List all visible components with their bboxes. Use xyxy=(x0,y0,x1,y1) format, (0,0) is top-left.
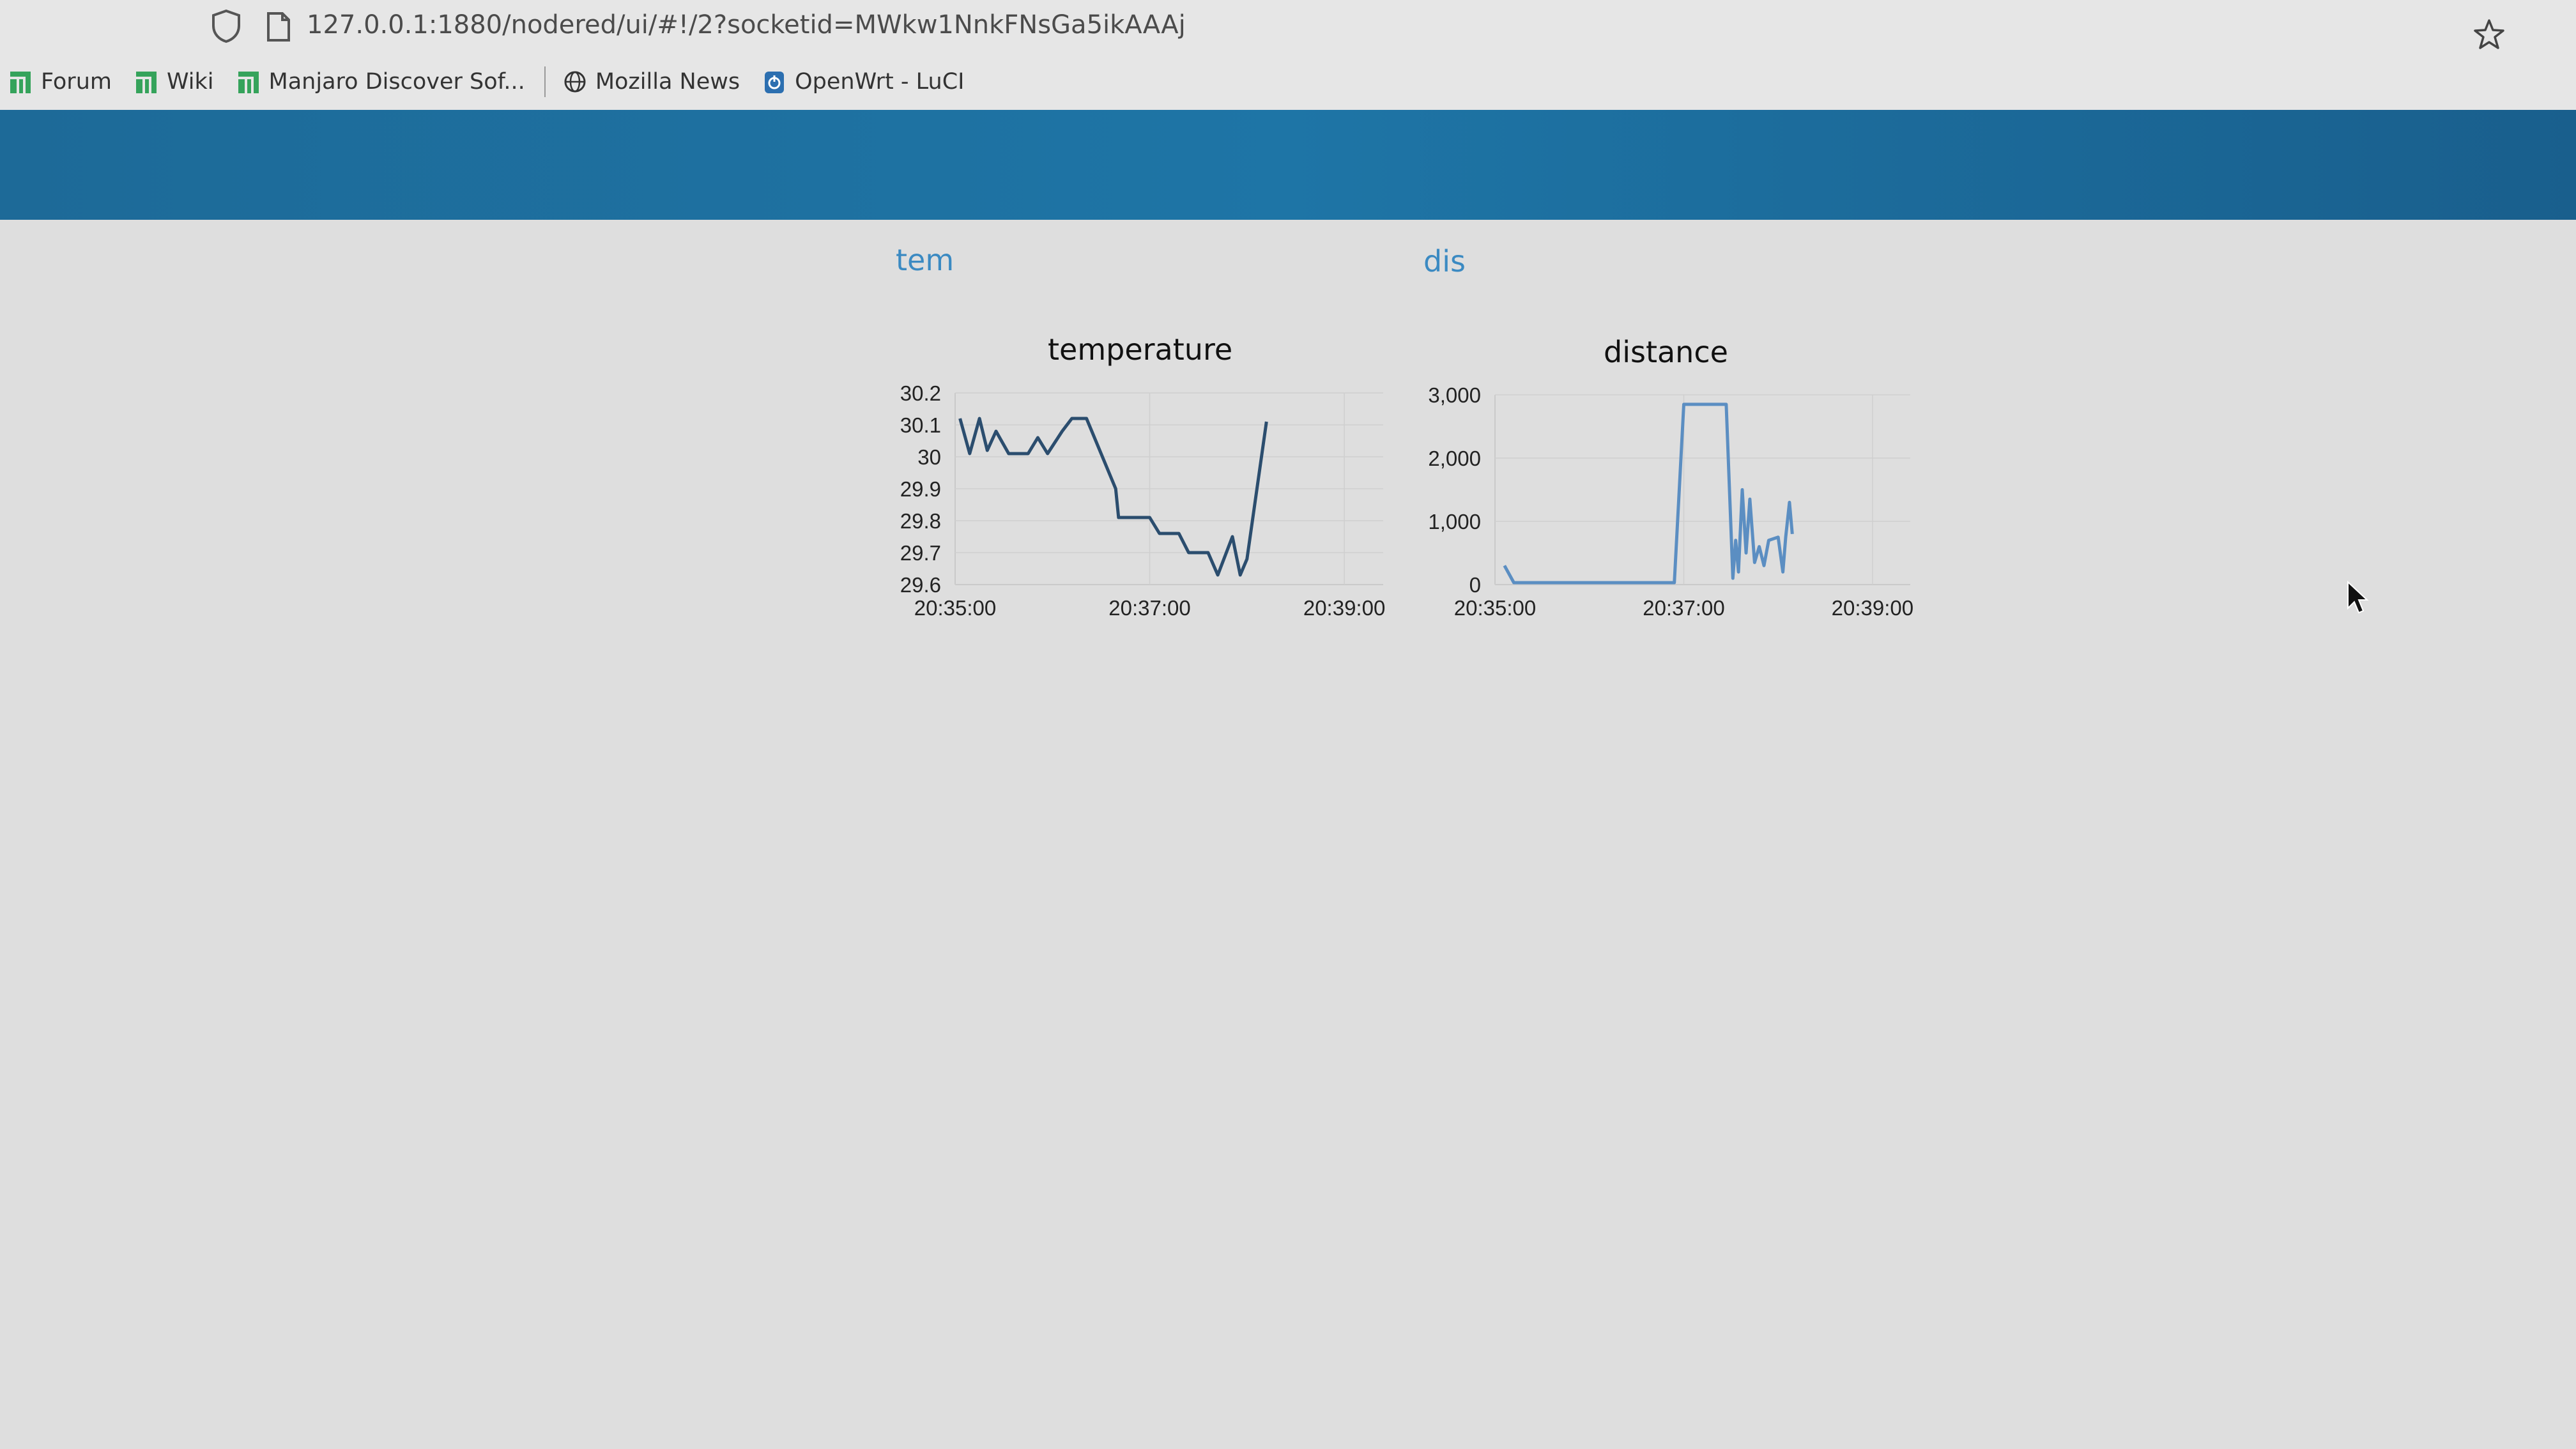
manjaro-icon xyxy=(135,72,157,93)
chart-title-distance: distance xyxy=(1604,335,1728,369)
url-text[interactable]: 127.0.0.1:1880/nodered/ui/#!/2?socketid=… xyxy=(307,10,1186,40)
bookmark-item[interactable]: Manjaro Discover Sof... xyxy=(237,69,525,95)
temperature-y-tick-label: 29.6 xyxy=(900,573,941,597)
bookmark-item[interactable]: Forum xyxy=(9,69,112,95)
distance-y-tick-label: 3,000 xyxy=(1428,383,1481,407)
temperature-y-tick-label: 30.2 xyxy=(900,381,941,405)
temperature-y-tick-label: 29.9 xyxy=(900,477,941,501)
bookmark-label: Wiki xyxy=(166,69,214,95)
chart-title-temperature: temperature xyxy=(1048,332,1233,367)
distance-y-tick-label: 1,000 xyxy=(1428,510,1481,533)
temperature-series-line xyxy=(958,417,1268,577)
bookmark-separator xyxy=(544,66,546,97)
openwrt-icon xyxy=(765,72,785,93)
group-title-tem: tem xyxy=(896,243,954,277)
bookmark-star-icon[interactable] xyxy=(2472,18,2506,51)
bookmark-label: OpenWrt - LuCI xyxy=(795,69,965,95)
manjaro-icon xyxy=(10,72,31,93)
bookmark-item[interactable]: Wiki xyxy=(135,69,214,95)
shield-icon[interactable] xyxy=(211,9,241,43)
mouse-cursor-icon xyxy=(2347,580,2369,614)
temperature-y-tick-label: 30.1 xyxy=(900,413,941,437)
distance-y-tick-label: 2,000 xyxy=(1428,447,1481,470)
temperature-y-tick-label: 29.7 xyxy=(900,541,941,565)
temperature-y-tick-label: 30 xyxy=(917,445,941,469)
distance-series-line xyxy=(1503,402,1794,585)
distance-x-tick-label: 20:37:00 xyxy=(1643,596,1724,620)
dashboard-toolbar xyxy=(0,110,2576,220)
manjaro-icon xyxy=(238,72,259,93)
temperature-chart: 29.6 29.7 29.8 29.9 30 30.1 30.2 20:35:00 20:37:… xyxy=(900,381,1386,620)
bookmark-item[interactable]: Mozilla News xyxy=(564,69,740,95)
page-icon xyxy=(267,12,290,42)
temperature-x-tick-label: 20:37:00 xyxy=(1108,596,1190,620)
address-bar[interactable]: 127.0.0.1:1880/nodered/ui/#!/2?socketid=… xyxy=(211,5,2536,50)
bookmark-label: Manjaro Discover Sof... xyxy=(268,69,525,95)
temperature-x-tick-label: 20:35:00 xyxy=(914,596,996,620)
distance-x-tick-label: 20:39:00 xyxy=(1832,596,1913,620)
temperature-x-tick-label: 20:39:00 xyxy=(1303,596,1385,620)
browser-chrome: 127.0.0.1:1880/nodered/ui/#!/2?socketid=… xyxy=(0,0,2576,110)
bookmark-label: Forum xyxy=(41,69,112,95)
distance-chart: 0 1,000 2,000 3,000 20:35:00 20:37:00 20:39:00 xyxy=(1428,383,1913,620)
bookmark-label: Mozilla News xyxy=(595,69,740,95)
group-title-dis: dis xyxy=(1423,244,1466,279)
distance-x-tick-label: 20:35:00 xyxy=(1454,596,1536,620)
distance-y-tick-label: 0 xyxy=(1469,573,1481,597)
globe-icon xyxy=(564,71,586,93)
temperature-y-tick-label: 29.8 xyxy=(900,509,941,533)
bookmarks-toolbar: Forum Wiki Manjaro Discover Sof... Mozilla … xyxy=(0,61,2576,102)
bookmark-item[interactable]: OpenWrt - LuCI xyxy=(763,69,964,95)
